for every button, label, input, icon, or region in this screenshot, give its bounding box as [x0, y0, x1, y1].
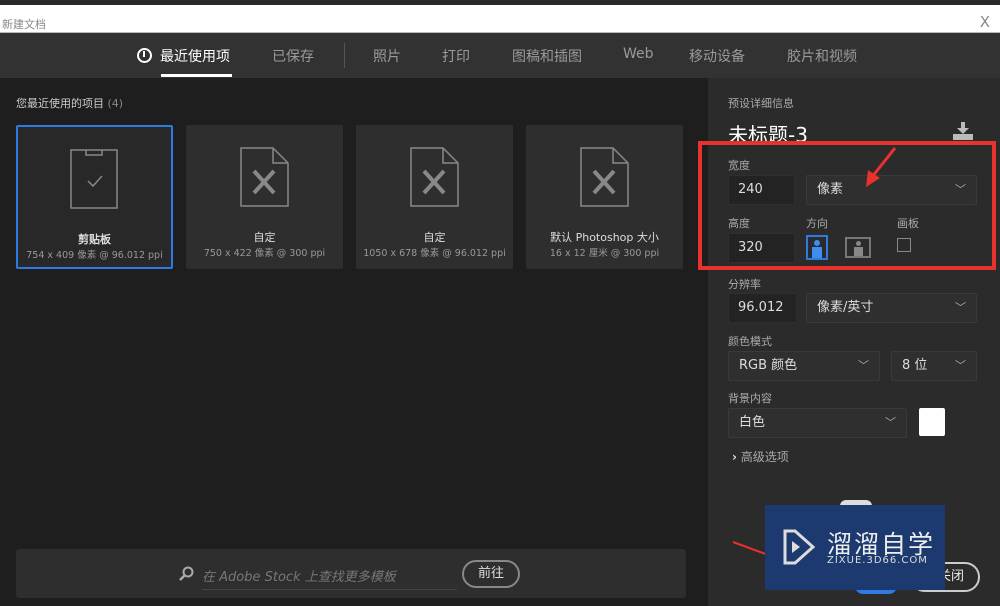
close-icon[interactable]: X: [980, 13, 990, 31]
card-name: 自定: [253, 231, 276, 244]
recent-heading: 您最近使用的项目 (4): [16, 97, 124, 110]
go-button[interactable]: 前往: [462, 560, 520, 588]
background-color-swatch[interactable]: [919, 408, 945, 436]
clock-icon: [137, 48, 152, 63]
tab-photo[interactable]: 照片: [373, 46, 401, 66]
chevron-down-icon: ﹀: [955, 359, 966, 372]
clipboard-icon: [69, 149, 118, 209]
card-desc: 750 x 422 像素 @ 300 ppi: [203, 248, 326, 259]
save-preset-icon[interactable]: [953, 122, 973, 140]
chevron-down-icon: ﹀: [955, 301, 966, 314]
window-title: 新建文档: [2, 18, 46, 31]
tab-film[interactable]: 胶片和视频: [787, 46, 857, 66]
tab-divider: [344, 43, 345, 68]
tab-label: 最近使用项: [160, 49, 230, 65]
tab-web[interactable]: Web: [623, 46, 654, 62]
preset-card[interactable]: 自定 750 x 422 像素 @ 300 ppi: [186, 125, 343, 269]
color-mode-label: 颜色模式: [728, 335, 772, 348]
chevron-down-icon: ﹀: [858, 359, 869, 372]
card-name: 剪贴板: [78, 233, 111, 246]
resolution-unit-select[interactable]: 像素/英寸 ﹀: [806, 293, 977, 323]
tab-saved[interactable]: 已保存: [272, 46, 314, 66]
watermark-url: ZIXUE.3D66.COM: [827, 555, 928, 566]
title-bar: 新建文档 X: [0, 5, 1000, 33]
annotation-highlight-box: [698, 141, 996, 270]
advanced-options-toggle[interactable]: › 高级选项: [732, 448, 789, 465]
search-icon: [179, 566, 194, 581]
card-desc: 1050 x 678 像素 @ 96.012 ppi: [363, 248, 506, 259]
card-desc: 754 x 409 像素 @ 96.012 ppi: [26, 250, 163, 261]
tab-recent[interactable]: 最近使用项: [137, 46, 230, 66]
color-mode-select[interactable]: RGB 颜色 ﹀: [728, 351, 880, 381]
card-name: 默认 Photoshop 大小: [550, 231, 659, 244]
tab-print[interactable]: 打印: [442, 46, 470, 66]
preset-card[interactable]: 自定 1050 x 678 像素 @ 96.012 ppi: [356, 125, 513, 269]
play-logo-icon: [783, 529, 816, 565]
chevron-right-icon: ›: [732, 450, 737, 464]
annotation-arrow: [866, 147, 897, 187]
tab-bar: 最近使用项 已保存 照片 打印 图稿和插图 Web 移动设备 胶片和视频: [0, 33, 1000, 78]
card-name: 自定: [423, 231, 446, 244]
tab-mobile[interactable]: 移动设备: [689, 46, 745, 66]
active-tab-indicator: [161, 74, 232, 77]
tab-art[interactable]: 图稿和插图: [512, 46, 582, 66]
preset-details-heading: 预设详细信息: [728, 97, 794, 110]
resolution-label: 分辨率: [728, 278, 761, 291]
card-desc: 16 x 12 厘米 @ 300 ppi: [549, 248, 660, 259]
chevron-down-icon: ﹀: [885, 416, 896, 429]
preset-card[interactable]: 剪贴板 754 x 409 像素 @ 96.012 ppi: [16, 125, 173, 269]
bit-depth-select[interactable]: 8 位 ﹀: [891, 351, 977, 381]
resolution-input[interactable]: 96.012: [728, 293, 797, 323]
document-tools-icon: [409, 147, 459, 207]
stock-search-input[interactable]: 在 Adobe Stock 上查找更多模板: [202, 566, 457, 590]
document-tools-icon: [239, 147, 289, 207]
document-tools-icon: [579, 147, 629, 207]
background-label: 背景内容: [728, 392, 772, 405]
watermark: 溜溜自学 ZIXUE.3D66.COM: [765, 505, 945, 590]
preset-card[interactable]: 默认 Photoshop 大小 16 x 12 厘米 @ 300 ppi: [526, 125, 683, 269]
background-select[interactable]: 白色 ﹀: [728, 408, 907, 438]
